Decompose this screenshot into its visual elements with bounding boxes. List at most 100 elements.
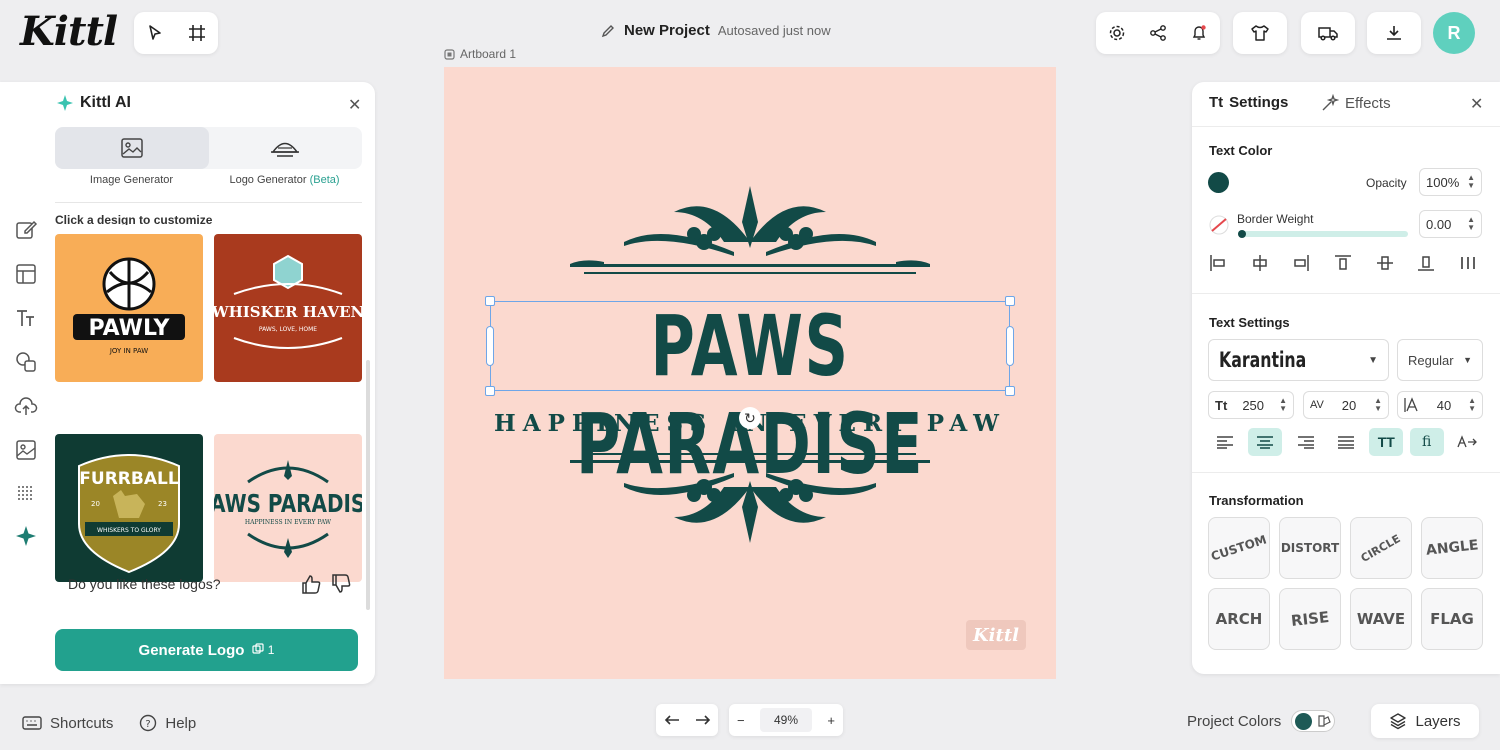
border-weight-input[interactable]: 0.00 ▲ ▼ <box>1419 210 1482 238</box>
transform-rise[interactable]: RISE <box>1279 588 1341 650</box>
download-button[interactable] <box>1367 12 1421 54</box>
text-align-left-icon[interactable] <box>1208 428 1242 456</box>
resize-handle-br[interactable] <box>1005 386 1015 396</box>
artboard-label[interactable]: Artboard 1 <box>444 47 516 61</box>
resize-handle-right[interactable] <box>1006 326 1014 366</box>
design-tile-furrball[interactable]: FURRBALL 20 23 WHISKERS TO GLORY <box>55 434 203 582</box>
furrball-title: FURRBALL <box>79 469 179 489</box>
font-select[interactable]: Karantina ▼ <box>1208 339 1389 381</box>
photos-icon[interactable] <box>14 438 38 462</box>
zoom-level[interactable]: 49% <box>759 708 813 732</box>
edit-icon[interactable] <box>14 218 38 242</box>
templates-icon[interactable] <box>14 262 38 286</box>
bottom-ornament <box>570 453 930 543</box>
opacity-label: Opacity <box>1366 176 1407 190</box>
kittl-logo[interactable]: Kittl <box>20 8 118 55</box>
tab-effects[interactable]: Effects <box>1321 94 1391 112</box>
merch-tshirt-button[interactable] <box>1233 12 1287 54</box>
design-tile-pawly[interactable]: PAWLY JOY IN PAW <box>55 234 203 382</box>
resize-handle-bl[interactable] <box>485 386 495 396</box>
text-align-center-icon[interactable] <box>1248 428 1283 456</box>
thumbs-down-icon[interactable] <box>330 573 352 595</box>
letter-spacing-input[interactable]: AV 20 ▲ ▼ <box>1303 391 1389 419</box>
upload-icon[interactable] <box>14 394 38 418</box>
transform-wave[interactable]: WAVE <box>1350 588 1412 650</box>
ligature-toggle[interactable]: fi <box>1409 428 1444 456</box>
layers-button[interactable]: Layers <box>1371 704 1479 738</box>
transform-distort[interactable]: DISTORT <box>1279 517 1341 579</box>
align-left-icon[interactable] <box>1208 253 1228 273</box>
autosave-status: Autosaved just now <box>717 23 831 38</box>
align-center-h-icon[interactable] <box>1250 253 1270 273</box>
opacity-input[interactable]: 100% ▲ ▼ <box>1419 168 1482 196</box>
resize-handle-left[interactable] <box>486 326 494 366</box>
align-right-icon[interactable] <box>1291 253 1311 273</box>
rotate-handle-icon[interactable]: ↻ <box>739 407 761 429</box>
shapes-icon[interactable] <box>14 350 38 374</box>
help-link[interactable]: ? Help <box>139 714 196 732</box>
project-colors-label: Project Colors <box>1187 712 1282 730</box>
feedback-buttons <box>300 573 352 595</box>
transform-circle[interactable]: CIRCLE <box>1350 517 1412 579</box>
tab-settings[interactable]: Tt Settings <box>1209 94 1288 111</box>
text-justify-icon[interactable] <box>1329 428 1363 456</box>
text-align-right-icon[interactable] <box>1289 428 1323 456</box>
line-height-input[interactable]: 40 ▲ ▼ <box>1397 391 1483 419</box>
transform-custom[interactable]: CUSTOM <box>1208 517 1270 579</box>
transform-angle[interactable]: ANGLE <box>1421 517 1483 579</box>
align-bottom-icon[interactable] <box>1416 253 1436 273</box>
distribute-icon[interactable] <box>1458 253 1478 273</box>
thumbs-up-icon[interactable] <box>300 573 322 595</box>
share-icon[interactable] <box>1149 24 1167 42</box>
text-icon[interactable] <box>14 306 38 330</box>
zoom-in-button[interactable]: + <box>827 713 835 728</box>
generate-logo-label: Generate Logo <box>138 641 245 659</box>
artboard[interactable]: PAWS PARADISE HAPPINESS IN EVERY PAW ↻ K… <box>444 67 1056 679</box>
weight-select[interactable]: Regular ▼ <box>1397 339 1483 381</box>
stepper-arrows-icon[interactable]: ▲ ▼ <box>1374 397 1382 413</box>
select-tool-icon[interactable] <box>146 24 164 42</box>
border-weight-slider[interactable] <box>1238 230 1408 238</box>
texture-grid-icon[interactable] <box>14 482 38 506</box>
slider-thumb[interactable] <box>1238 230 1246 238</box>
close-icon[interactable]: ✕ <box>1470 94 1483 114</box>
stepper-arrows-icon[interactable]: ▲ ▼ <box>1279 397 1287 413</box>
text-path-icon[interactable] <box>1450 428 1484 456</box>
undo-icon[interactable] <box>664 714 680 726</box>
pawly-subtitle: JOY IN PAW <box>109 347 148 355</box>
resize-handle-tl[interactable] <box>485 296 495 306</box>
shortcuts-link[interactable]: Shortcuts <box>22 715 113 732</box>
zoom-out-button[interactable]: − <box>737 713 745 728</box>
no-border-icon[interactable] <box>1208 214 1230 236</box>
design-tile-paws-paradise[interactable]: PAWS PARADISE HAPPINESS IN EVERY PAW <box>214 434 362 582</box>
panel-scrollbar[interactable] <box>366 360 370 610</box>
stepper-arrows-icon[interactable]: ▲ ▼ <box>1467 216 1475 232</box>
close-icon[interactable]: ✕ <box>348 95 361 115</box>
transform-arch[interactable]: ARCH <box>1208 588 1270 650</box>
project-name[interactable]: New Project <box>624 22 710 39</box>
edit-pencil-icon[interactable] <box>600 23 616 39</box>
tab-image-generator[interactable] <box>55 127 209 169</box>
ai-sparkle-icon[interactable] <box>14 524 38 548</box>
redo-icon[interactable] <box>695 714 711 726</box>
transform-flag[interactable]: FLAG <box>1421 588 1483 650</box>
notification-bell-icon[interactable] <box>1190 24 1208 42</box>
design-tile-whisker-haven[interactable]: WHISKER HAVEN PAWS, LOVE, HOME <box>214 234 362 382</box>
text-color-swatch[interactable] <box>1208 172 1229 193</box>
align-top-icon[interactable] <box>1333 253 1353 273</box>
gear-icon[interactable] <box>1108 24 1126 42</box>
uppercase-toggle[interactable]: TT <box>1369 428 1404 456</box>
divider <box>55 202 362 203</box>
align-center-v-icon[interactable] <box>1375 253 1395 273</box>
delivery-button[interactable] <box>1301 12 1355 54</box>
tab-logo-generator[interactable] <box>209 127 363 169</box>
text-format-icon: Tt <box>1209 94 1224 111</box>
generate-logo-button[interactable]: Generate Logo 1 <box>55 629 358 671</box>
resize-handle-tr[interactable] <box>1005 296 1015 306</box>
user-avatar[interactable]: R <box>1433 12 1475 54</box>
frame-tool-icon[interactable] <box>188 24 206 42</box>
stepper-arrows-icon[interactable]: ▲ ▼ <box>1468 397 1476 413</box>
stepper-arrows-icon[interactable]: ▲ ▼ <box>1467 174 1475 190</box>
font-size-input[interactable]: Tt 250 ▲ ▼ <box>1208 391 1294 419</box>
project-colors-toggle[interactable] <box>1291 710 1336 732</box>
